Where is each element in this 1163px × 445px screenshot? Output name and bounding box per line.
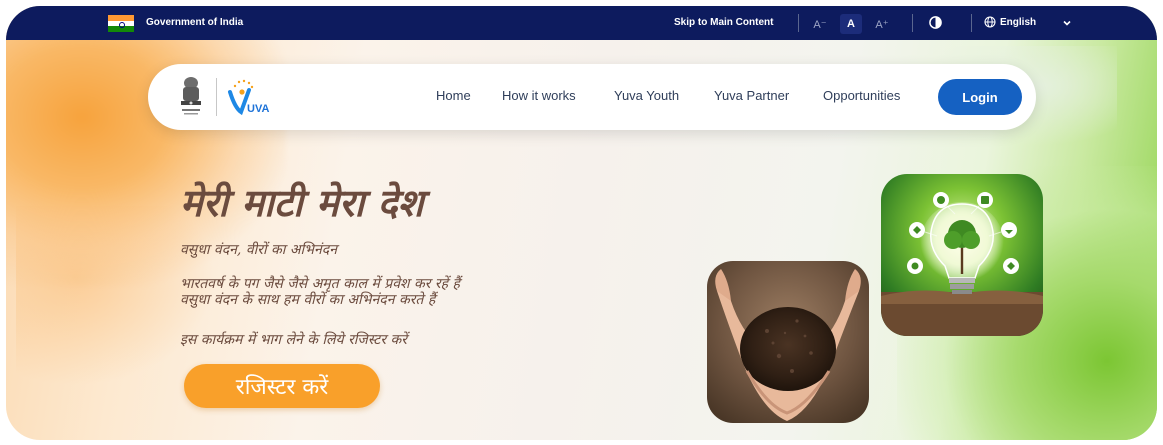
main-navigation: UVA Home How it works Yuva Youth Yuva Pa…: [148, 64, 1036, 130]
page-frame: Government of India Skip to Main Content…: [6, 6, 1157, 440]
light-bulb-plant-image: [881, 174, 1043, 336]
logo-divider: [216, 78, 217, 116]
skip-to-main-content-link[interactable]: Skip to Main Content: [674, 17, 773, 28]
globe-icon: [984, 16, 996, 28]
hero-description-line-1: भारतवर्ष के पग जैसे जैसे अमृत काल में प्…: [180, 276, 460, 292]
nav-home-link[interactable]: Home: [436, 88, 471, 103]
nav-yuva-youth-link[interactable]: Yuva Youth: [614, 88, 679, 103]
nav-yuva-partner-link[interactable]: Yuva Partner: [714, 88, 789, 103]
hero-description-line-2: वसुधा वंदन के साथ हम वीरों का अभिनंदन कर…: [180, 292, 436, 308]
divider: [971, 14, 972, 32]
hero-register-prompt: इस कार्यक्रम में भाग लेने के लिये रजिस्ट…: [180, 332, 407, 348]
india-flag-icon: [108, 15, 134, 32]
yuva-logo-icon[interactable]: UVA: [225, 78, 277, 118]
increase-font-button[interactable]: A⁺: [872, 14, 892, 34]
normal-font-button[interactable]: A: [840, 14, 862, 34]
soil-in-hands-image: [707, 261, 869, 423]
hero-subtitle: वसुधा वंदन, वीरों का अभिनंदन: [180, 242, 338, 258]
national-emblem-icon[interactable]: [178, 75, 204, 117]
hero-title: मेरी माटी मेरा देश: [180, 180, 424, 225]
divider: [798, 14, 799, 32]
register-button[interactable]: रजिस्टर करें: [184, 364, 380, 408]
nav-opportunities-link[interactable]: Opportunities: [823, 88, 900, 103]
government-of-india-label: Government of India: [146, 17, 244, 28]
divider: [912, 14, 913, 32]
language-selector[interactable]: English: [984, 16, 1036, 28]
login-button[interactable]: Login: [938, 79, 1022, 115]
nav-how-it-works-link[interactable]: How it works: [502, 88, 576, 103]
contrast-icon[interactable]: [929, 16, 942, 29]
decrease-font-button[interactable]: A⁻: [810, 14, 830, 34]
government-top-bar: Government of India Skip to Main Content…: [6, 6, 1157, 40]
yuva-logo-text: UVA: [247, 103, 269, 115]
language-label: English: [1000, 16, 1037, 28]
chevron-down-icon[interactable]: [1062, 18, 1072, 28]
